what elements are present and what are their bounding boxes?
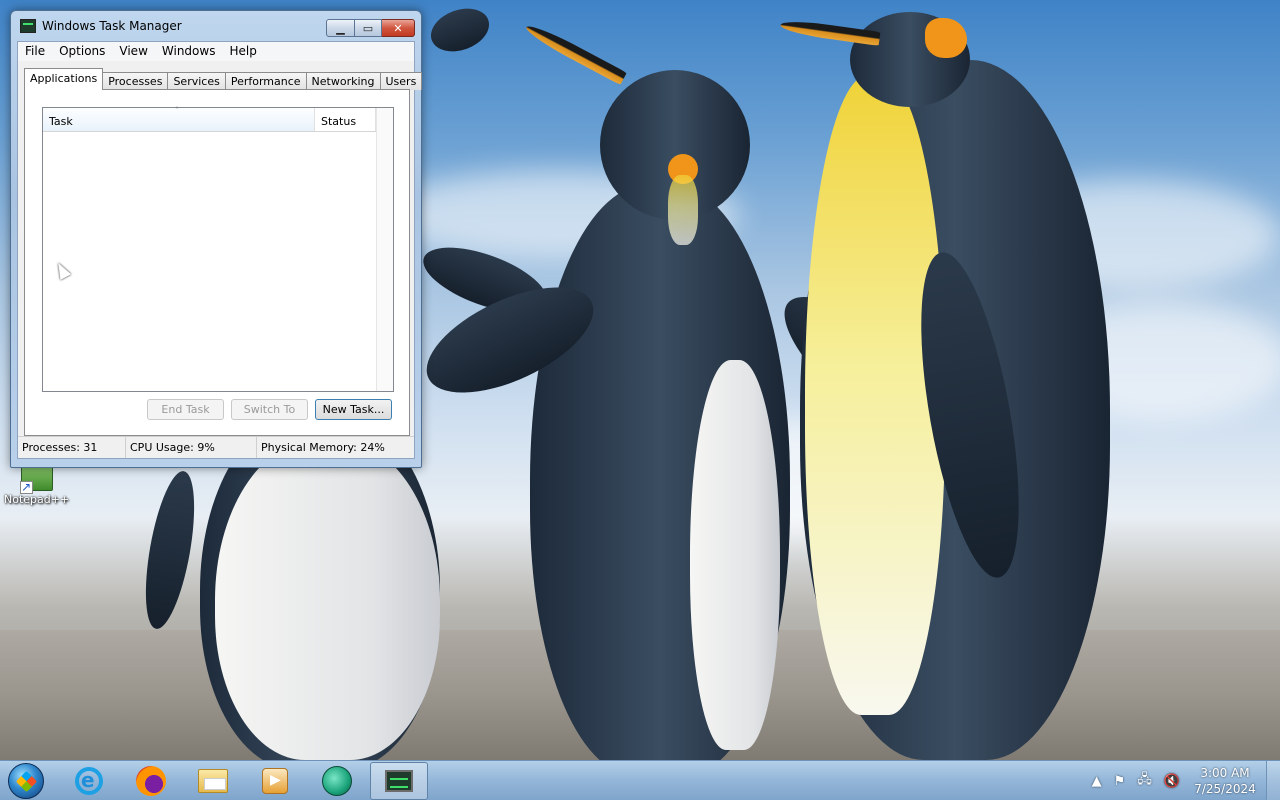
tab-services[interactable]: Services bbox=[167, 72, 226, 90]
clock[interactable]: 3:00 AM 7/25/2024 bbox=[1190, 765, 1260, 797]
menu-bar: File Options View Windows Help bbox=[18, 42, 414, 61]
switch-to-button[interactable]: Switch To bbox=[231, 399, 308, 420]
task-manager-icon bbox=[385, 770, 413, 792]
menu-options[interactable]: Options bbox=[52, 42, 112, 61]
taskbar-windows-explorer[interactable] bbox=[184, 762, 242, 800]
sort-ascending-icon: ˄ bbox=[175, 106, 179, 115]
menu-help[interactable]: Help bbox=[222, 42, 263, 61]
taskbar-media-player[interactable] bbox=[246, 762, 304, 800]
taskbar: ▲ ⚑ 🖧 🔇 3:00 AM 7/25/2024 bbox=[0, 760, 1280, 800]
tab-strip: Applications Processes Services Performa… bbox=[24, 68, 423, 90]
volume-muted-icon[interactable]: 🔇 bbox=[1164, 774, 1180, 789]
menu-windows[interactable]: Windows bbox=[155, 42, 223, 61]
menu-file[interactable]: File bbox=[18, 42, 52, 61]
task-list[interactable]: ˄ Task Status bbox=[42, 106, 394, 392]
end-task-button[interactable]: End Task bbox=[147, 399, 224, 420]
start-button[interactable] bbox=[8, 763, 44, 799]
taskbar-firefox[interactable] bbox=[122, 762, 180, 800]
network-icon[interactable]: 🖧 bbox=[1137, 770, 1152, 792]
tab-users[interactable]: Users bbox=[379, 72, 423, 90]
maximize-button[interactable]: ▭ bbox=[355, 19, 382, 37]
tab-processes[interactable]: Processes bbox=[102, 72, 169, 90]
window-client-area: File Options View Windows Help Applicati… bbox=[17, 41, 423, 459]
action-center-flag-icon[interactable]: ⚑ bbox=[1114, 774, 1126, 789]
taskbar-internet-explorer[interactable] bbox=[60, 762, 118, 800]
status-physical-memory: Physical Memory: 24% bbox=[261, 441, 385, 454]
caption-buttons: ▁ ▭ ✕ bbox=[326, 19, 415, 37]
desktop-shortcut-notepadpp[interactable]: Notepad++ bbox=[4, 465, 69, 506]
system-tray: ▲ ⚑ 🖧 🔇 3:00 AM 7/25/2024 bbox=[1086, 761, 1280, 800]
applications-panel: ˄ Task Status End Task Switch To New Tas… bbox=[24, 89, 410, 436]
minimize-button[interactable]: ▁ bbox=[326, 19, 355, 37]
clock-time: 3:00 AM bbox=[1200, 766, 1250, 780]
tab-performance[interactable]: Performance bbox=[224, 72, 307, 90]
status-cpu-usage: CPU Usage: 9% bbox=[126, 437, 257, 458]
task-manager-window[interactable]: Windows Task Manager ▁ ▭ ✕ File Options … bbox=[10, 10, 423, 468]
task-manager-app-icon[interactable] bbox=[20, 19, 36, 33]
menu-view[interactable]: View bbox=[112, 42, 154, 61]
status-bar: Processes: 31 CPU Usage: 9% Physical Mem… bbox=[18, 436, 414, 458]
show-hidden-icons-icon[interactable]: ▲ bbox=[1092, 774, 1102, 789]
tab-applications[interactable]: Applications bbox=[24, 68, 104, 90]
notepadpp-shortcut-icon bbox=[19, 465, 53, 494]
new-task-button[interactable]: New Task... bbox=[315, 399, 392, 420]
task-list-scrollbar[interactable] bbox=[376, 108, 393, 391]
notepadpp-icon bbox=[322, 766, 352, 796]
close-button[interactable]: ✕ bbox=[382, 19, 415, 37]
clock-date: 7/25/2024 bbox=[1194, 782, 1256, 796]
title-bar[interactable]: Windows Task Manager ▁ ▭ ✕ bbox=[11, 11, 421, 41]
folder-icon bbox=[198, 769, 228, 793]
ie-icon bbox=[75, 767, 103, 795]
window-title: Windows Task Manager bbox=[42, 19, 182, 33]
column-header-status[interactable]: Status bbox=[315, 108, 376, 131]
show-desktop-button[interactable] bbox=[1266, 761, 1280, 800]
media-player-icon bbox=[262, 768, 288, 794]
firefox-icon bbox=[136, 766, 166, 796]
task-list-header: ˄ Task Status bbox=[43, 106, 393, 132]
desktop-shortcut-label: Notepad++ bbox=[4, 493, 70, 506]
tab-networking[interactable]: Networking bbox=[305, 72, 381, 90]
taskbar-task-manager[interactable] bbox=[370, 762, 428, 800]
column-header-task[interactable]: Task bbox=[43, 108, 315, 131]
taskbar-notepadpp[interactable] bbox=[308, 762, 366, 800]
status-processes: Processes: 31 bbox=[18, 437, 126, 458]
